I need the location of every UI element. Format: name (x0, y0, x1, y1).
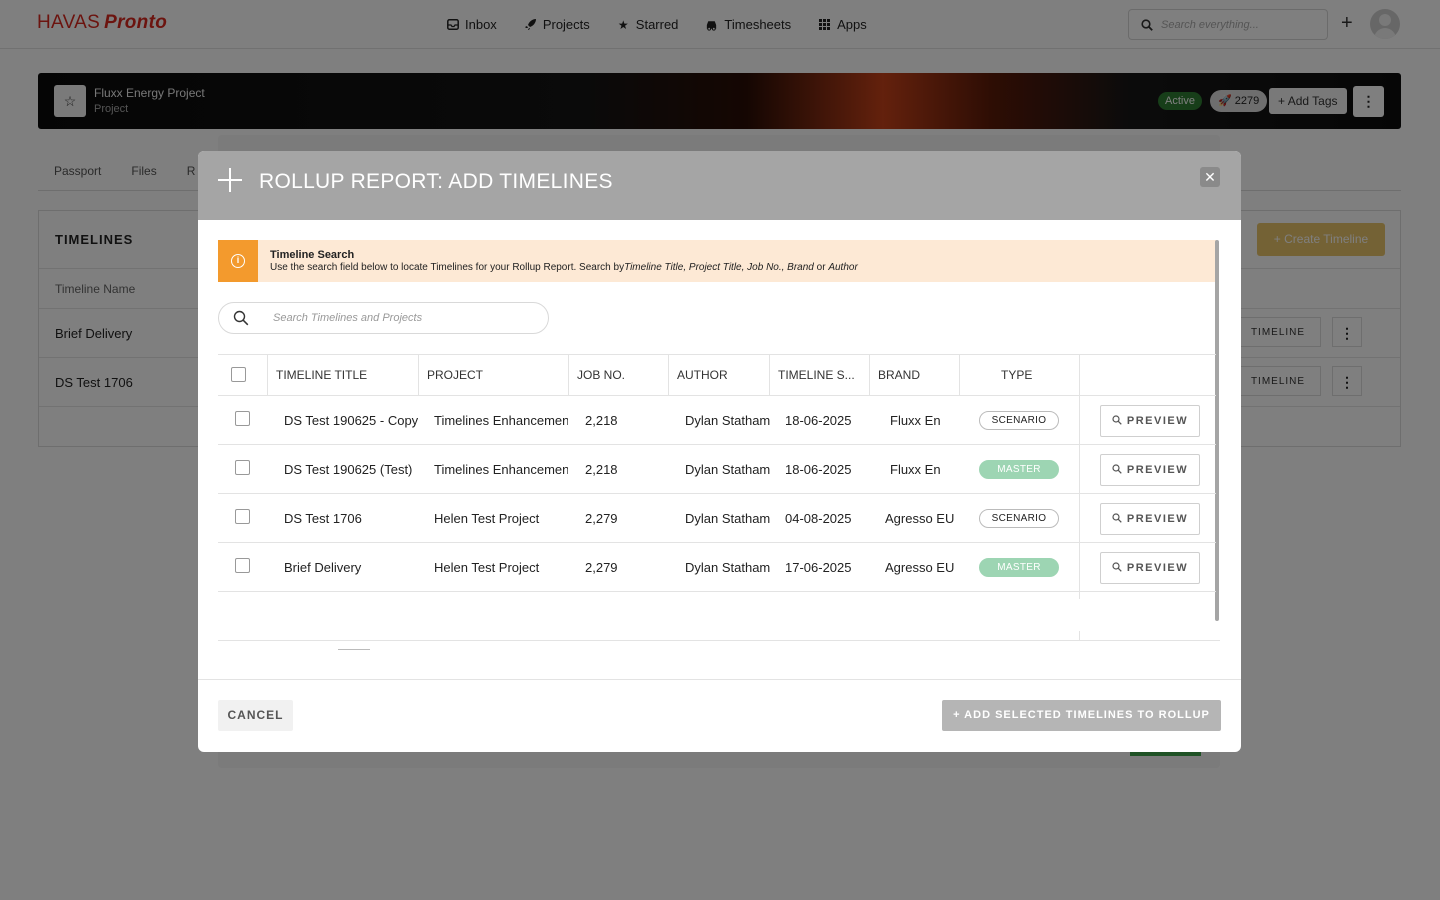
author: Dylan Statham (685, 462, 770, 477)
column-timeline-title[interactable]: TIMELINE TITLE (267, 355, 418, 395)
project-name: Helen Test Project (434, 560, 540, 575)
row-checkbox[interactable] (235, 558, 250, 573)
timeline-title: DS Test 1706 (284, 511, 362, 526)
column-type[interactable]: TYPE (959, 355, 1079, 395)
table-row[interactable]: DS Test 1706 Helen Test Project 2,279 Dy… (218, 494, 1216, 543)
footer-divider (198, 679, 1241, 680)
timeline-start: 04-08-2025 (785, 511, 852, 526)
type-badge: SCENARIO (979, 509, 1059, 528)
job-no: 2,279 (585, 511, 618, 526)
project-name: Timelines Enhancement (434, 413, 568, 428)
table-header: TIMELINE TITLE PROJECT JOB NO. AUTHOR TI… (218, 354, 1216, 396)
select-all-cell (218, 355, 267, 395)
author: Dylan Statham (685, 413, 770, 428)
brand: Fluxx En (890, 413, 941, 428)
timeline-start: 18-06-2025 (785, 413, 852, 428)
project-name: Timelines Enhancement (434, 462, 568, 477)
type-badge: MASTER (979, 460, 1059, 479)
row-checkbox[interactable] (235, 411, 250, 426)
modal-title: ROLLUP REPORT: ADD TIMELINES (259, 170, 613, 193)
add-selected-timelines-button[interactable]: + ADD SELECTED TIMELINES TO ROLLUP (942, 700, 1221, 731)
search-icon (1112, 415, 1122, 425)
column-divider (1079, 631, 1080, 640)
horizontal-scrollbar[interactable] (338, 649, 370, 650)
info-title: Timeline Search (270, 249, 355, 261)
preview-button[interactable]: PREVIEW (1100, 552, 1200, 584)
rollup-report-modal: ROLLUP REPORT: ADD TIMELINES ✕ i Timelin… (198, 151, 1241, 752)
column-brand[interactable]: BRAND (869, 355, 959, 395)
info-icon: i (231, 254, 245, 268)
info-icon-container: i (218, 240, 258, 282)
search-placeholder: Search Timelines and Projects (273, 312, 423, 324)
table-row[interactable]: DS Test 190625 - Copy Timelines Enhancem… (218, 396, 1216, 445)
job-no: 2,218 (585, 413, 618, 428)
timeline-start: 17-06-2025 (785, 560, 852, 575)
search-icon (1112, 513, 1122, 523)
search-icon (1112, 562, 1122, 572)
column-timeline-start[interactable]: TIMELINE S... (769, 355, 869, 395)
column-job-no[interactable]: JOB NO. (568, 355, 668, 395)
select-all-checkbox[interactable] (231, 367, 246, 382)
modal-header: ROLLUP REPORT: ADD TIMELINES ✕ (198, 151, 1241, 220)
plus-icon (218, 168, 242, 192)
timeline-title: DS Test 190625 (Test) (284, 462, 413, 477)
column-divider (1079, 396, 1080, 599)
search-icon (1112, 464, 1122, 474)
info-alert: i Timeline Search Use the search field b… (218, 240, 1216, 282)
column-author[interactable]: AUTHOR (668, 355, 769, 395)
column-project[interactable]: PROJECT (418, 355, 568, 395)
table-row[interactable]: DS Test 190625 (Test) Timelines Enhancem… (218, 445, 1216, 494)
preview-button[interactable]: PREVIEW (1100, 405, 1200, 437)
timeline-title: DS Test 190625 - Copy (284, 413, 418, 428)
search-icon (233, 310, 249, 326)
info-text: Use the search field below to locate Tim… (270, 262, 858, 273)
row-checkbox[interactable] (235, 460, 250, 475)
job-no: 2,279 (585, 560, 618, 575)
timeline-start: 18-06-2025 (785, 462, 852, 477)
author: Dylan Statham (685, 560, 770, 575)
project-name: Helen Test Project (434, 511, 540, 526)
type-badge: SCENARIO (979, 411, 1059, 430)
type-badge: MASTER (979, 558, 1059, 577)
column-actions (1079, 355, 1216, 395)
row-checkbox[interactable] (235, 509, 250, 524)
job-no: 2,218 (585, 462, 618, 477)
preview-button[interactable]: PREVIEW (1100, 503, 1200, 535)
preview-button[interactable]: PREVIEW (1100, 454, 1200, 486)
table-row[interactable]: Brief Delivery Helen Test Project 2,279 … (218, 543, 1216, 592)
brand: Agresso EU (885, 560, 955, 575)
close-icon[interactable]: ✕ (1200, 167, 1220, 187)
brand: Fluxx En (890, 462, 941, 477)
timeline-title: Brief Delivery (284, 560, 362, 575)
cancel-button[interactable]: CANCEL (218, 700, 293, 731)
table-bottom-divider (218, 640, 1220, 641)
timeline-search-input[interactable]: Search Timelines and Projects (218, 302, 549, 334)
author: Dylan Statham (685, 511, 770, 526)
brand: Agresso EU (885, 511, 955, 526)
